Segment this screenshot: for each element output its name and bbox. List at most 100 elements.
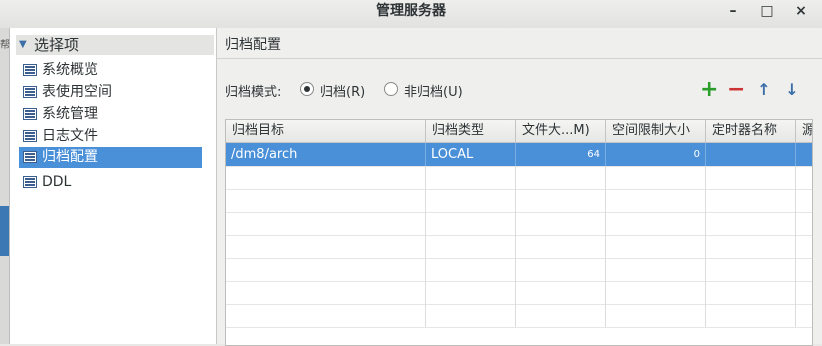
title-bar: 管理服务器 – □ × [0, 0, 822, 29]
empty-cell [516, 235, 606, 258]
empty-cell [226, 189, 426, 212]
cell-archive-type: LOCAL [426, 143, 516, 166]
window-title: 管理服务器 [376, 3, 446, 19]
cell-space-limit: 0 [606, 143, 706, 166]
empty-cell [516, 166, 606, 189]
background-text: 帮 [0, 40, 10, 51]
archive-config-panel: 归档配置 归档模式: 归档(R) 非归档(U) + − ↑ ↓ 归档目标 归档类… [217, 28, 822, 346]
empty-cell [516, 258, 606, 281]
column-header-timer-name[interactable]: 定时器名称 [706, 120, 796, 142]
empty-table-row [226, 235, 812, 259]
table-row[interactable]: /dm8/arch LOCAL 64 0 [226, 143, 812, 167]
cell-archive-target: /dm8/arch [226, 143, 426, 166]
empty-cell [226, 258, 426, 281]
table-icon [23, 86, 37, 98]
empty-cell [426, 166, 516, 189]
column-header-source[interactable]: 源 [796, 120, 812, 142]
table-icon [23, 176, 37, 188]
empty-cell [226, 304, 426, 327]
sidebar-item-label: 日志文件 [42, 128, 98, 144]
archive-mode-label: 归档模式: [225, 85, 282, 100]
move-up-icon[interactable]: ↑ [755, 81, 773, 99]
panel-title: 归档配置 [225, 37, 281, 53]
empty-cell [606, 235, 706, 258]
empty-cell [426, 189, 516, 212]
sidebar-item-system-overview[interactable]: 系统概览 [19, 60, 202, 81]
empty-cell [606, 281, 706, 304]
sidebar-header-label: 选择项 [34, 36, 80, 54]
empty-cell [516, 304, 606, 327]
cell-timer-name [706, 143, 796, 166]
archive-radio-label[interactable]: 归档(R) [320, 81, 365, 100]
archive-table: 归档目标 归档类型 文件大...M) 空间限制大小 定时器名称 源 /dm8/a… [225, 119, 813, 346]
move-down-icon[interactable]: ↓ [783, 81, 801, 99]
empty-cell [426, 281, 516, 304]
table-icon [23, 108, 37, 120]
cell-file-size: 64 [516, 143, 606, 166]
column-header-file-size[interactable]: 文件大...M) [516, 120, 606, 142]
archive-radio[interactable] [300, 82, 314, 96]
empty-cell [226, 281, 426, 304]
table-icon [23, 64, 37, 76]
remove-icon[interactable]: − [727, 79, 745, 101]
empty-cell [606, 258, 706, 281]
empty-cell [516, 212, 606, 235]
add-icon[interactable]: + [700, 79, 718, 101]
column-header-space-limit[interactable]: 空间限制大小 [606, 120, 706, 142]
empty-cell [516, 281, 606, 304]
minimize-button[interactable]: – [720, 0, 746, 22]
empty-cell [426, 304, 516, 327]
empty-table-row [226, 304, 812, 328]
cell-source [796, 143, 812, 166]
sidebar-item-label: 系统概览 [42, 62, 98, 78]
empty-cell [426, 212, 516, 235]
sidebar-item-label: 归档配置 [42, 149, 98, 165]
empty-cell [706, 212, 796, 235]
empty-table-row [226, 166, 812, 190]
sidebar-item-ddl[interactable]: DDL [19, 172, 202, 193]
empty-cell [706, 235, 796, 258]
table-header: 归档目标 归档类型 文件大...M) 空间限制大小 定时器名称 源 [226, 120, 812, 143]
empty-table-row [226, 212, 812, 236]
empty-cell [426, 235, 516, 258]
empty-cell [606, 304, 706, 327]
empty-table-row [226, 258, 812, 282]
empty-cell [706, 166, 796, 189]
empty-cell [606, 212, 706, 235]
empty-cell [516, 189, 606, 212]
table-icon [23, 151, 37, 163]
empty-cell [226, 235, 426, 258]
radio-dot [304, 86, 310, 92]
empty-cell [226, 166, 426, 189]
sidebar-item-label: DDL [42, 174, 72, 190]
divider [217, 58, 822, 59]
expand-triangle-icon[interactable]: ▼ [19, 35, 27, 55]
no-archive-radio[interactable] [384, 82, 398, 96]
sidebar-item-system-management[interactable]: 系统管理 [19, 104, 202, 125]
sidebar-header[interactable]: ▼ 选择项 [16, 35, 214, 55]
sidebar-item-label: 表使用空间 [42, 84, 112, 100]
empty-cell [706, 258, 796, 281]
empty-cell [426, 258, 516, 281]
empty-cell [706, 189, 796, 212]
empty-cell [606, 166, 706, 189]
sidebar-item-label: 系统管理 [42, 106, 98, 122]
table-icon [23, 130, 37, 142]
sidebar-item-archive-config[interactable]: 归档配置 [19, 147, 202, 168]
sidebar: ▼ 选择项 系统概览 表使用空间 系统管理 日志文件 归档配置 DDL [10, 28, 217, 344]
empty-cell [706, 304, 796, 327]
column-header-archive-type[interactable]: 归档类型 [426, 120, 516, 142]
sidebar-item-log-files[interactable]: 日志文件 [19, 126, 202, 147]
column-header-archive-target[interactable]: 归档目标 [226, 120, 426, 142]
empty-cell [706, 281, 796, 304]
no-archive-radio-label[interactable]: 非归档(U) [404, 81, 463, 100]
sidebar-item-table-space[interactable]: 表使用空间 [19, 82, 202, 103]
background-window-edge: 帮 [0, 28, 10, 344]
empty-cell [226, 212, 426, 235]
background-selection [0, 206, 9, 256]
empty-table-row [226, 189, 812, 213]
close-button[interactable]: × [788, 0, 814, 22]
maximize-button[interactable]: □ [754, 0, 780, 22]
empty-cell [606, 189, 706, 212]
empty-table-row [226, 281, 812, 305]
